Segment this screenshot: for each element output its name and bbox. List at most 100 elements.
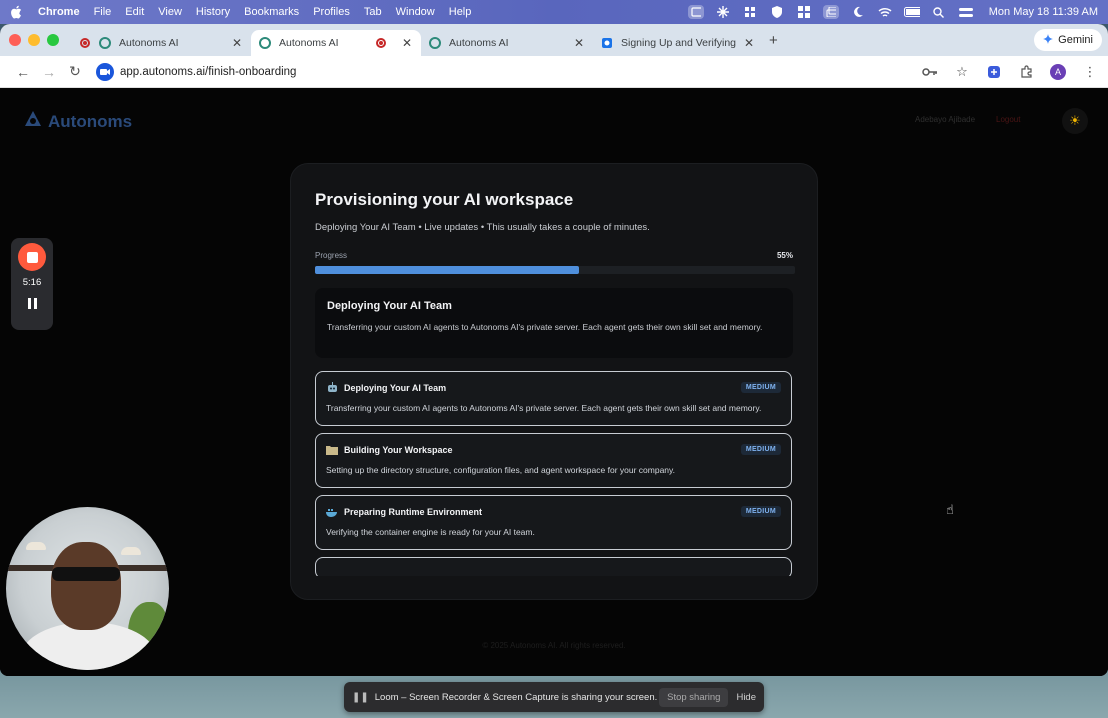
new-tab-icon[interactable]: + [769, 32, 778, 49]
brand-name: Autonoms [48, 111, 133, 131]
menubar-clock[interactable]: Mon May 18 11:39 AM [989, 6, 1098, 18]
autonoms-favicon-icon [259, 37, 271, 49]
wifi-icon[interactable] [877, 5, 893, 19]
address-bar[interactable]: app.autonoms.ai/finish-onboarding [96, 60, 922, 84]
browser-tab-active[interactable]: Autonoms AI ✕ [251, 30, 421, 56]
step-badge: MEDIUM [740, 506, 781, 517]
close-tab-icon[interactable]: ✕ [573, 36, 585, 50]
menu-profiles[interactable]: Profiles [313, 6, 350, 18]
step-item: Building Your Workspace MEDIUM Setting u… [315, 433, 792, 488]
user-name: Adebayo Ajibade [915, 115, 976, 124]
profile-avatar[interactable]: A [1050, 63, 1066, 80]
logout-link[interactable]: Logout [996, 115, 1020, 124]
site-info-icon[interactable] [96, 62, 114, 81]
window-status-icon[interactable] [822, 5, 839, 19]
close-tab-icon[interactable]: ✕ [231, 36, 243, 50]
minimize-window-button[interactable] [28, 34, 40, 46]
autonoms-logo-icon [24, 110, 42, 133]
screen-share-status-icon[interactable] [687, 5, 704, 19]
more-menu-icon[interactable]: ⋮ [1082, 64, 1098, 80]
step-description: Verifying the container engine is ready … [326, 527, 535, 537]
spotlight-search-icon[interactable] [931, 5, 947, 19]
current-step-panel: Deploying Your AI Team Transferring your… [315, 288, 793, 358]
tab-title: Autonoms AI [449, 37, 509, 49]
recording-icon [79, 37, 91, 49]
forward-arrow-icon[interactable]: → [36, 64, 62, 80]
progress-label: Progress [315, 251, 348, 260]
folder-icon [326, 444, 338, 455]
menubar-app-name[interactable]: Chrome [38, 6, 80, 18]
menu-window[interactable]: Window [396, 6, 435, 18]
grid-status-icon[interactable] [796, 5, 812, 19]
robot-icon [326, 382, 338, 393]
menu-history[interactable]: History [196, 6, 230, 18]
whale-icon [326, 506, 338, 517]
menu-view[interactable]: View [158, 6, 182, 18]
browser-tab[interactable]: Autonoms AI ✕ [71, 30, 251, 56]
apple-icon[interactable] [10, 5, 24, 19]
url-text: app.autonoms.ai/finish-onboarding [120, 65, 297, 78]
password-key-icon[interactable] [922, 64, 938, 80]
webcam-bubble[interactable] [6, 507, 169, 670]
loom-stop-button[interactable] [18, 243, 46, 271]
stop-sharing-button[interactable]: Stop sharing [659, 687, 729, 707]
browser-toolbar: ← → ↻ app.autonoms.ai/finish-onboarding … [0, 56, 1108, 88]
back-arrow-icon[interactable]: ← [10, 64, 36, 80]
step-item-partial [315, 557, 792, 576]
sharing-pause-icon[interactable]: ❚❚ [352, 692, 369, 703]
card-subtitle: Deploying Your AI Team • Live updates • … [315, 222, 650, 233]
slack-status-icon[interactable] [742, 5, 758, 19]
sun-theme-toggle-icon[interactable]: ☀ [1062, 108, 1088, 134]
loom-recording-controls: 5:16 [11, 238, 53, 330]
bookmark-star-icon[interactable]: ☆ [954, 64, 970, 80]
reload-icon[interactable]: ↻ [62, 63, 88, 80]
macos-menubar: Chrome File Edit View History Bookmarks … [0, 0, 1108, 24]
brand-logo[interactable]: Autonoms [24, 110, 132, 133]
loom-timer: 5:16 [22, 277, 42, 288]
hide-button[interactable]: Hide [736, 692, 756, 703]
hand-cursor-icon: ☝ [946, 502, 954, 517]
shield-status-icon[interactable] [769, 5, 785, 19]
zoom-window-button[interactable] [47, 34, 59, 46]
menu-file[interactable]: File [94, 6, 112, 18]
current-step-title: Deploying Your AI Team [327, 300, 452, 312]
browser-tab[interactable]: Signing Up and Verifying You… ✕ [593, 30, 763, 56]
current-step-description: Transferring your custom AI agents to Au… [327, 322, 763, 332]
gemini-button[interactable]: Gemini [1034, 29, 1102, 51]
battery-icon[interactable] [903, 5, 920, 19]
gemini-sparkle-icon [1043, 33, 1054, 47]
autonoms-favicon-icon [99, 37, 111, 49]
step-badge: MEDIUM [740, 382, 781, 393]
menu-edit[interactable]: Edit [125, 6, 144, 18]
control-center-icon[interactable] [958, 5, 974, 19]
sharing-message: Loom – Screen Recorder & Screen Capture … [374, 691, 658, 703]
pause-icon[interactable] [27, 298, 37, 309]
step-badge: MEDIUM [740, 444, 781, 455]
docs-favicon-icon [601, 37, 613, 49]
progress-bar-fill [315, 266, 579, 274]
tab-title: Autonoms AI [279, 37, 339, 49]
step-item: Preparing Runtime Environment MEDIUM Ver… [315, 495, 792, 550]
steps-list: Deploying Your AI Team MEDIUM Transferri… [315, 371, 793, 576]
menu-bookmarks[interactable]: Bookmarks [244, 6, 299, 18]
step-item: Deploying Your AI Team MEDIUM Transferri… [315, 371, 792, 426]
puzzle-extensions-icon[interactable] [1018, 64, 1034, 80]
gemini-label: Gemini [1058, 34, 1093, 46]
menu-tab[interactable]: Tab [364, 6, 382, 18]
moon-icon[interactable] [850, 5, 866, 19]
extension-icon[interactable] [986, 64, 1002, 80]
close-tab-icon[interactable]: ✕ [401, 36, 413, 50]
tab-bar: Autonoms AI ✕ Autonoms AI ✕ Autonoms AI … [0, 24, 1108, 56]
provisioning-card: Provisioning your AI workspace Deploying… [290, 163, 818, 600]
screen-sharing-bar: ❚❚ Loom – Screen Recorder & Screen Captu… [344, 682, 764, 712]
close-window-button[interactable] [9, 34, 21, 46]
step-title: Building Your Workspace [344, 444, 453, 455]
window-controls [9, 34, 59, 46]
browser-tab[interactable]: Autonoms AI ✕ [421, 30, 593, 56]
menu-help[interactable]: Help [449, 6, 472, 18]
recording-icon [375, 37, 387, 49]
progress-percent: 55% [776, 251, 793, 260]
sparkle-status-icon[interactable] [715, 5, 731, 19]
page-title: Provisioning your AI workspace [315, 190, 574, 209]
close-tab-icon[interactable]: ✕ [743, 36, 755, 50]
